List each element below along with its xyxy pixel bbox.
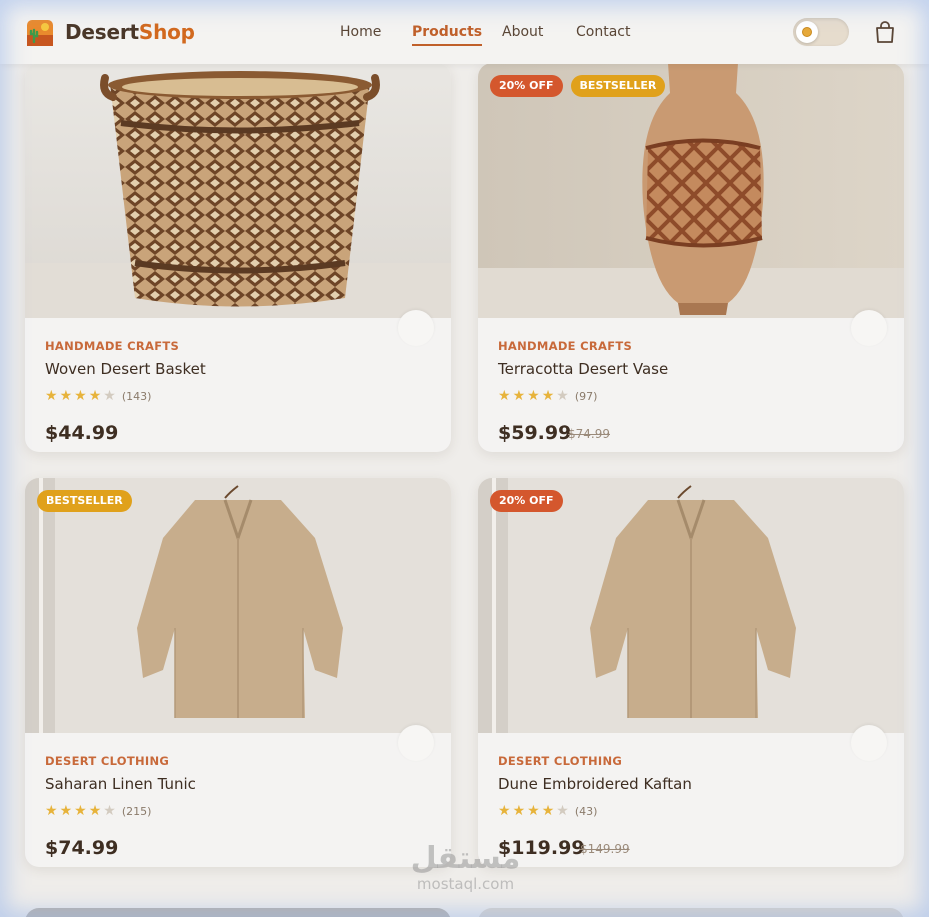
- product-card[interactable]: BESTSELLER DESERT CLOTHING Saharan Linen…: [25, 478, 451, 867]
- product-card-partial[interactable]: [478, 908, 904, 917]
- star-icon: ★: [527, 803, 540, 819]
- theme-toggle[interactable]: [793, 18, 849, 46]
- product-badges: BESTSELLER: [37, 490, 132, 512]
- nav-products[interactable]: Products: [412, 24, 483, 46]
- product-rating: ★ ★ ★ ★ ★ (215): [45, 803, 151, 819]
- product-category: DESERT CLOTHING: [45, 754, 170, 768]
- product-category: HANDMADE CRAFTS: [45, 339, 180, 353]
- product-image-tunic[interactable]: [25, 478, 451, 733]
- review-count: (43): [574, 804, 598, 818]
- review-count: (143): [121, 389, 152, 403]
- product-category: HANDMADE CRAFTS: [498, 339, 633, 353]
- star-icon: ★: [88, 803, 102, 819]
- star-icon: ★: [498, 803, 511, 819]
- bestseller-badge: BESTSELLER: [570, 75, 666, 97]
- product-image-vase[interactable]: [478, 63, 904, 318]
- star-icon: ★: [59, 803, 73, 819]
- favorite-button[interactable]: [851, 310, 887, 346]
- star-icon: ★: [88, 388, 102, 404]
- product-price: $74.99: [45, 837, 119, 859]
- product-rating: ★ ★ ★ ★ ★ (43): [498, 803, 597, 819]
- star-icon: ★: [527, 388, 540, 404]
- product-image-kaftan[interactable]: [478, 478, 904, 733]
- main-nav: Home Products About Contact: [0, 24, 929, 48]
- sun-icon: [802, 27, 812, 37]
- star-icon: ★: [74, 388, 87, 404]
- star-empty-icon: ★: [556, 803, 569, 819]
- watermark-latin: mostaql.com: [416, 875, 515, 893]
- product-image-basket[interactable]: [25, 63, 451, 318]
- nav-home[interactable]: Home: [340, 24, 381, 40]
- star-icon: ★: [45, 388, 58, 404]
- star-icon: ★: [541, 388, 555, 404]
- favorite-button[interactable]: [398, 310, 434, 346]
- product-info: DESERT CLOTHING Dune Embroidered Kaftan …: [478, 725, 904, 867]
- nav-about[interactable]: About: [502, 24, 543, 40]
- favorite-button[interactable]: [851, 725, 887, 761]
- shopping-bag-icon[interactable]: [874, 20, 896, 44]
- review-count: (215): [121, 804, 152, 818]
- original-price: $74.99: [568, 427, 610, 441]
- watermark: مستقل mostaql.com: [408, 841, 523, 893]
- star-empty-icon: ★: [103, 388, 116, 404]
- star-icon: ★: [541, 803, 555, 819]
- product-card-partial[interactable]: [25, 908, 451, 917]
- star-empty-icon: ★: [556, 388, 569, 404]
- product-price: $59.99: [498, 422, 572, 444]
- bestseller-badge: BESTSELLER: [37, 490, 132, 512]
- star-icon: ★: [512, 388, 526, 404]
- favorite-button[interactable]: [398, 725, 434, 761]
- discount-badge: 20% OFF: [490, 490, 563, 512]
- site-header: DesertShop Home Products About Contact: [0, 0, 929, 64]
- discount-badge: 20% OFF: [490, 75, 563, 97]
- product-badges: 20% OFF: [490, 490, 563, 512]
- watermark-arabic: مستقل: [410, 841, 521, 876]
- star-icon: ★: [498, 388, 511, 404]
- star-icon: ★: [59, 388, 73, 404]
- star-icon: ★: [74, 803, 87, 819]
- review-count: (97): [574, 389, 598, 403]
- product-card[interactable]: 20% OFF DESERT CLOTHING Dune Embroidered…: [478, 478, 904, 867]
- product-info: DESERT CLOTHING Saharan Linen Tunic ★ ★ …: [25, 725, 451, 867]
- product-title[interactable]: Dune Embroidered Kaftan: [498, 775, 692, 793]
- product-card[interactable]: 20% OFF BESTSELLER HANDMADE CRAFTS Terra…: [478, 63, 904, 452]
- product-title[interactable]: Saharan Linen Tunic: [45, 775, 196, 793]
- product-rating: ★ ★ ★ ★ ★ (143): [45, 388, 151, 404]
- star-icon: ★: [512, 803, 526, 819]
- theme-toggle-knob: [796, 21, 818, 43]
- product-title[interactable]: Terracotta Desert Vase: [498, 360, 668, 378]
- nav-contact[interactable]: Contact: [576, 24, 630, 40]
- product-rating: ★ ★ ★ ★ ★ (97): [498, 388, 597, 404]
- original-price: $149.99: [580, 842, 630, 856]
- product-price: $44.99: [45, 422, 119, 444]
- product-info: HANDMADE CRAFTS Terracotta Desert Vase ★…: [478, 310, 904, 452]
- star-empty-icon: ★: [103, 803, 116, 819]
- star-icon: ★: [45, 803, 58, 819]
- product-card[interactable]: HANDMADE CRAFTS Woven Desert Basket ★ ★ …: [25, 63, 451, 452]
- product-title[interactable]: Woven Desert Basket: [45, 360, 206, 378]
- product-info: HANDMADE CRAFTS Woven Desert Basket ★ ★ …: [25, 310, 451, 452]
- product-badges: 20% OFF BESTSELLER: [490, 75, 666, 97]
- product-category: DESERT CLOTHING: [498, 754, 623, 768]
